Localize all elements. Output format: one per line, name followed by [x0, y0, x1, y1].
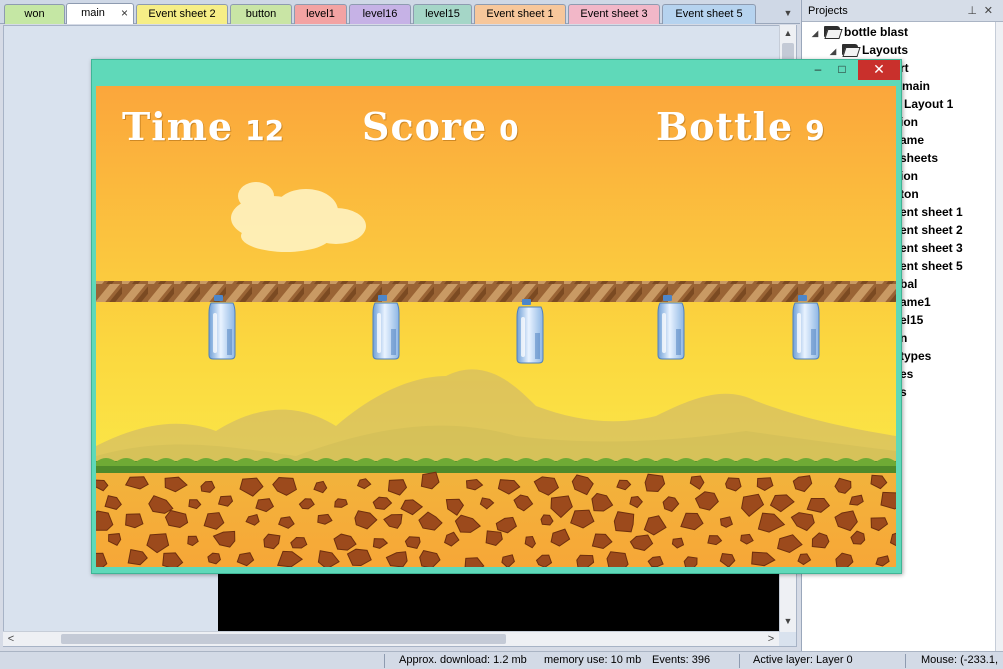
- game-preview-window[interactable]: – □ ✕ Time 12 Score 0 Bottle 9: [91, 59, 902, 574]
- pin-icon[interactable]: ⊥: [967, 0, 977, 22]
- tab-label: Event sheet 2: [148, 8, 216, 20]
- tree-item-label: Layouts: [862, 43, 909, 57]
- bottle-sprite[interactable]: [208, 295, 236, 360]
- status-download: Approx. download: 1.2 mb: [399, 654, 527, 666]
- tree-item[interactable]: ame1: [900, 293, 931, 311]
- bottle-sprite[interactable]: [792, 295, 820, 360]
- bottle-sprite[interactable]: [516, 299, 544, 364]
- projects-title: Projects: [808, 5, 848, 17]
- layout-black-region: [218, 570, 779, 631]
- projects-panel-header: Projects ⊥ ✕: [802, 0, 1003, 22]
- tab-level16[interactable]: level16: [349, 4, 411, 24]
- tree-item-layouts[interactable]: ◢ Layouts: [830, 41, 908, 59]
- scroll-up-icon[interactable]: ▲: [780, 25, 796, 41]
- tab-button[interactable]: button: [230, 4, 292, 24]
- tab-label: level15: [425, 8, 460, 20]
- tree-item-project[interactable]: ◢ bottle blast: [812, 23, 908, 41]
- rock: [404, 536, 421, 549]
- status-bar: Approx. download: 1.2 mb memory use: 10 …: [0, 651, 1003, 669]
- tree-item[interactable]: ion: [900, 167, 918, 185]
- status-separator: [739, 654, 740, 668]
- tree-item[interactable]: ent sheet 5: [900, 257, 963, 275]
- close-button[interactable]: ✕: [858, 60, 900, 80]
- tab-list-dropdown-icon[interactable]: ▼: [781, 6, 795, 20]
- game-canvas[interactable]: Time 12 Score 0 Bottle 9: [96, 86, 896, 567]
- tree-item[interactable]: ent sheet 2: [900, 221, 963, 239]
- tree-item[interactable]: el15: [900, 311, 923, 329]
- scroll-right-icon[interactable]: >: [763, 632, 779, 646]
- bottle-label: Bottle: [656, 104, 794, 149]
- tree-item-label: bottle blast: [844, 25, 909, 39]
- folder-icon: [824, 26, 840, 37]
- hud-time: Time 12: [122, 104, 284, 149]
- expanded-triangle-icon[interactable]: ◢: [812, 25, 824, 43]
- time-value: 12: [245, 114, 285, 147]
- tab-label: main: [81, 7, 105, 19]
- horizontal-scrollbar[interactable]: < >: [3, 631, 779, 646]
- tree-item[interactable]: bal: [900, 275, 917, 293]
- tab-won[interactable]: won: [4, 4, 65, 24]
- hud-score: Score 0: [362, 104, 519, 149]
- close-icon[interactable]: ×: [121, 4, 128, 23]
- status-active-layer: Active layer: Layer 0: [753, 654, 853, 666]
- hide-panel-icon[interactable]: ✕: [984, 0, 993, 22]
- scroll-left-icon[interactable]: <: [3, 632, 19, 646]
- game-scene: [96, 86, 896, 567]
- tree-item[interactable]: ent sheet 3: [900, 239, 963, 257]
- tab-event-sheet-3[interactable]: Event sheet 3: [568, 4, 660, 24]
- tree-item[interactable]: sheets: [900, 149, 938, 167]
- tree-item[interactable]: ent sheet 1: [900, 203, 963, 221]
- document-tab-bar: won main × Event sheet 2 button level1 le…: [0, 0, 800, 24]
- tab-label: won: [24, 8, 45, 20]
- tab-label: level1: [306, 8, 335, 20]
- status-memory: memory use: 10 mb: [544, 654, 642, 666]
- status-events: Events: 396: [652, 654, 711, 666]
- tree-item[interactable]: ion: [900, 113, 918, 131]
- tree-item[interactable]: Layout 1: [904, 95, 953, 113]
- tab-level1[interactable]: level1: [294, 4, 347, 24]
- tab-main[interactable]: main ×: [66, 3, 134, 24]
- time-label: Time: [122, 104, 234, 149]
- folder-icon: [842, 44, 858, 55]
- tab-level15[interactable]: level15: [413, 4, 472, 24]
- status-mouse: Mouse: (-233.1,: [921, 654, 999, 666]
- tab-event-sheet-2[interactable]: Event sheet 2: [136, 4, 228, 24]
- bottle-sprite[interactable]: [657, 295, 685, 360]
- tab-label: Event sheet 3: [580, 8, 648, 20]
- maximize-button[interactable]: □: [830, 60, 854, 80]
- status-separator: [905, 654, 906, 668]
- bottle-sprite[interactable]: [372, 295, 400, 360]
- tab-label: Event sheet 5: [675, 8, 743, 20]
- tab-event-sheet-1[interactable]: Event sheet 1: [474, 4, 566, 24]
- scroll-down-icon[interactable]: ▼: [780, 613, 796, 629]
- tab-label: button: [245, 8, 277, 20]
- score-label: Score: [362, 104, 488, 149]
- tree-item[interactable]: es: [900, 365, 913, 383]
- tab-event-sheet-5[interactable]: Event sheet 5: [662, 4, 756, 24]
- tab-label: level16: [362, 8, 398, 20]
- tree-item[interactable]: types: [900, 347, 931, 365]
- rock: [606, 551, 629, 567]
- horizontal-scroll-thumb[interactable]: [61, 634, 506, 644]
- tree-item[interactable]: ton: [900, 185, 919, 203]
- score-value: 0: [499, 114, 519, 147]
- status-separator: [384, 654, 385, 668]
- tree-item[interactable]: main: [902, 77, 930, 95]
- hud-bottle: Bottle 9: [656, 104, 825, 149]
- minimize-button[interactable]: –: [806, 60, 830, 80]
- bottle-value: 9: [805, 114, 825, 147]
- tab-label: Event sheet 1: [486, 8, 554, 20]
- rock: [613, 511, 635, 533]
- projects-panel-scroll-edge[interactable]: [995, 22, 1003, 651]
- tree-item[interactable]: ame: [900, 131, 924, 149]
